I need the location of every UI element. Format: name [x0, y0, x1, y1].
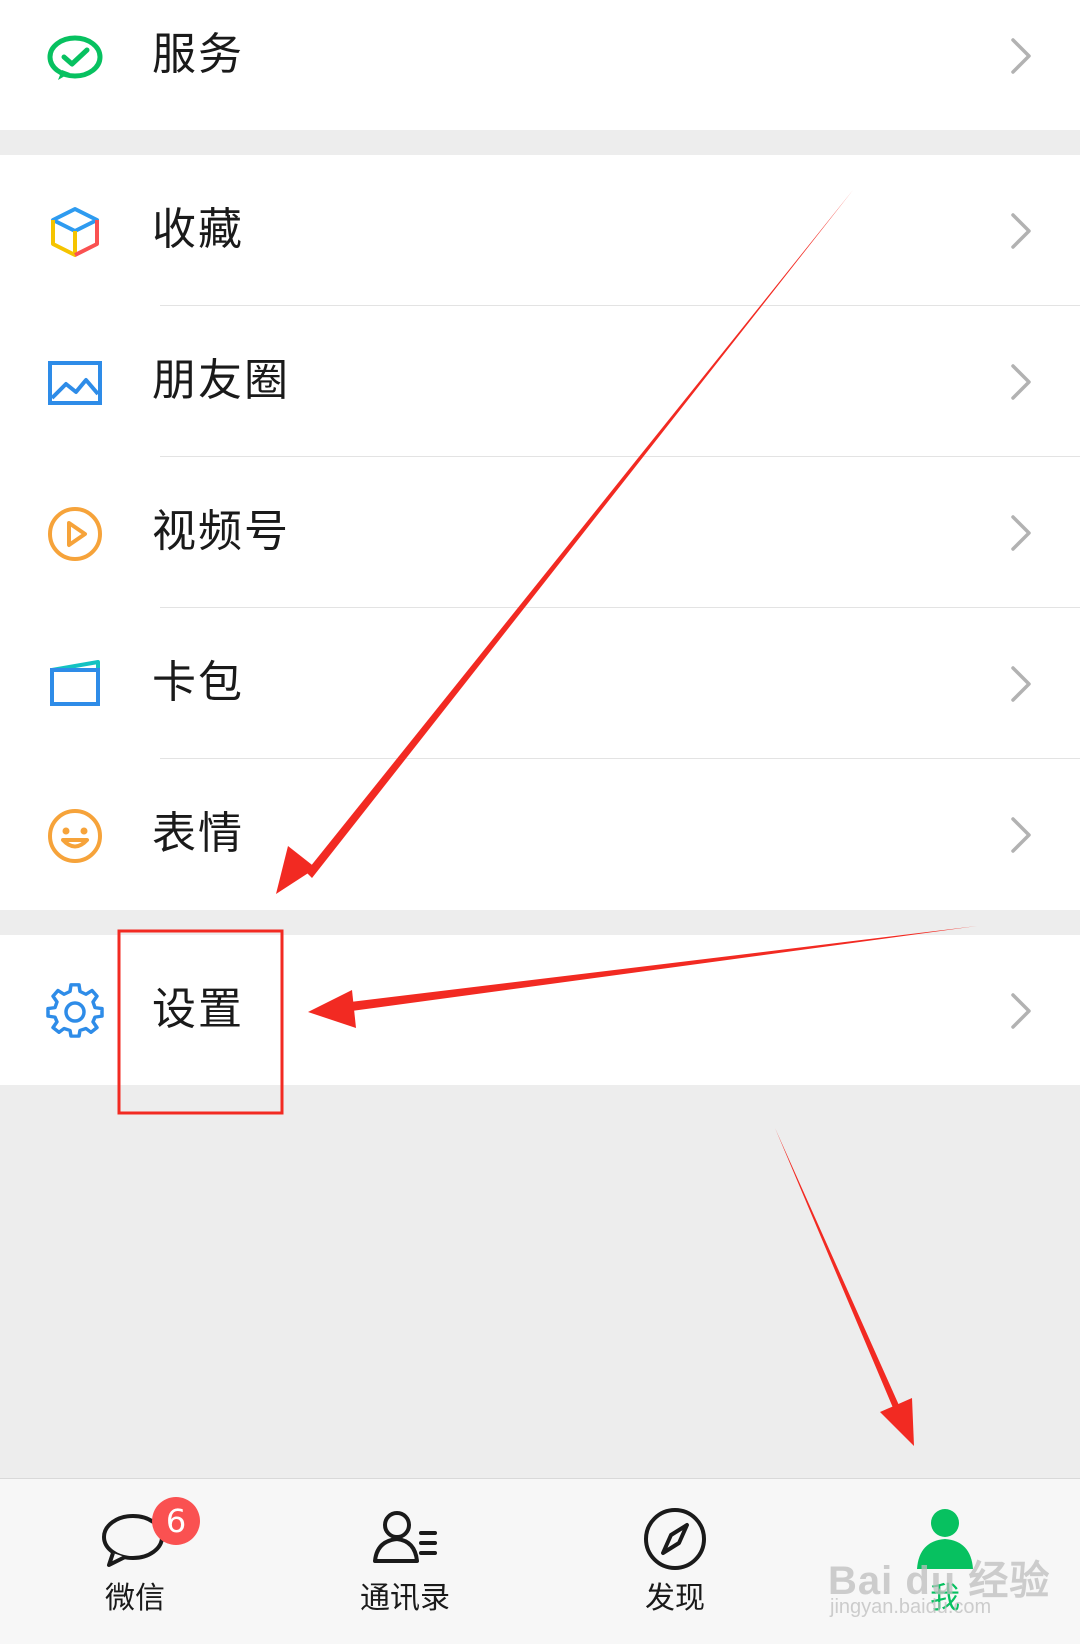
unread-badge: 6: [152, 1497, 200, 1545]
card-wallet-icon: [46, 656, 104, 714]
chevron-right-icon: [1008, 664, 1034, 704]
chevron-right-icon: [1008, 991, 1034, 1031]
chevron-right-icon: [1008, 211, 1034, 251]
channels-play-icon: [46, 505, 104, 563]
annotation-arrow-down-head: [880, 1398, 914, 1446]
tab-discover[interactable]: 发现: [540, 1479, 810, 1644]
discover-tools-group: 收藏 朋友圈 视频号 卡包 表情: [0, 155, 1080, 910]
favorites-cube-icon: [46, 203, 104, 261]
chevron-right-icon: [1008, 36, 1034, 76]
chevron-right-icon: [1008, 513, 1034, 553]
sticker-smile-icon: [46, 807, 104, 865]
menu-item-label: 服务: [152, 29, 244, 80]
gear-icon: [46, 983, 104, 1041]
menu-item-moments[interactable]: 朋友圈: [0, 306, 1080, 456]
tab-label: 通讯录: [360, 1581, 450, 1616]
menu-item-service[interactable]: 服务: [0, 0, 1080, 130]
menu-item-stickers[interactable]: 表情: [0, 759, 1080, 909]
chevron-right-icon: [1008, 362, 1034, 402]
contacts-icon: [369, 1503, 441, 1575]
annotation-arrow-down: [775, 1128, 902, 1415]
settings-group: 设置: [0, 935, 1080, 1085]
baidu-watermark-url: jingyan.baidu.com: [830, 1596, 992, 1618]
tab-label: 微信: [105, 1581, 165, 1616]
menu-item-label: 收藏: [152, 204, 244, 255]
wechat-pay-service-icon: [46, 28, 104, 86]
menu-item-channels[interactable]: 视频号: [0, 457, 1080, 607]
menu-item-label: 朋友圈: [152, 355, 290, 406]
menu-item-label: 表情: [152, 808, 244, 859]
menu-item-favorites[interactable]: 收藏: [0, 155, 1080, 305]
menu-item-label: 设置: [152, 984, 244, 1035]
tab-label: 发现: [645, 1581, 705, 1616]
moments-picture-icon: [46, 354, 104, 412]
menu-item-card-wallet[interactable]: 卡包: [0, 608, 1080, 758]
service-group: 服务: [0, 0, 1080, 130]
menu-item-settings[interactable]: 设置: [0, 935, 1080, 1085]
menu-item-label: 视频号: [152, 506, 290, 557]
menu-item-label: 卡包: [152, 657, 244, 708]
chevron-right-icon: [1008, 815, 1034, 855]
compass-icon: [639, 1503, 711, 1575]
tab-chats[interactable]: 6 微信: [0, 1479, 270, 1644]
tab-contacts[interactable]: 通讯录: [270, 1479, 540, 1644]
